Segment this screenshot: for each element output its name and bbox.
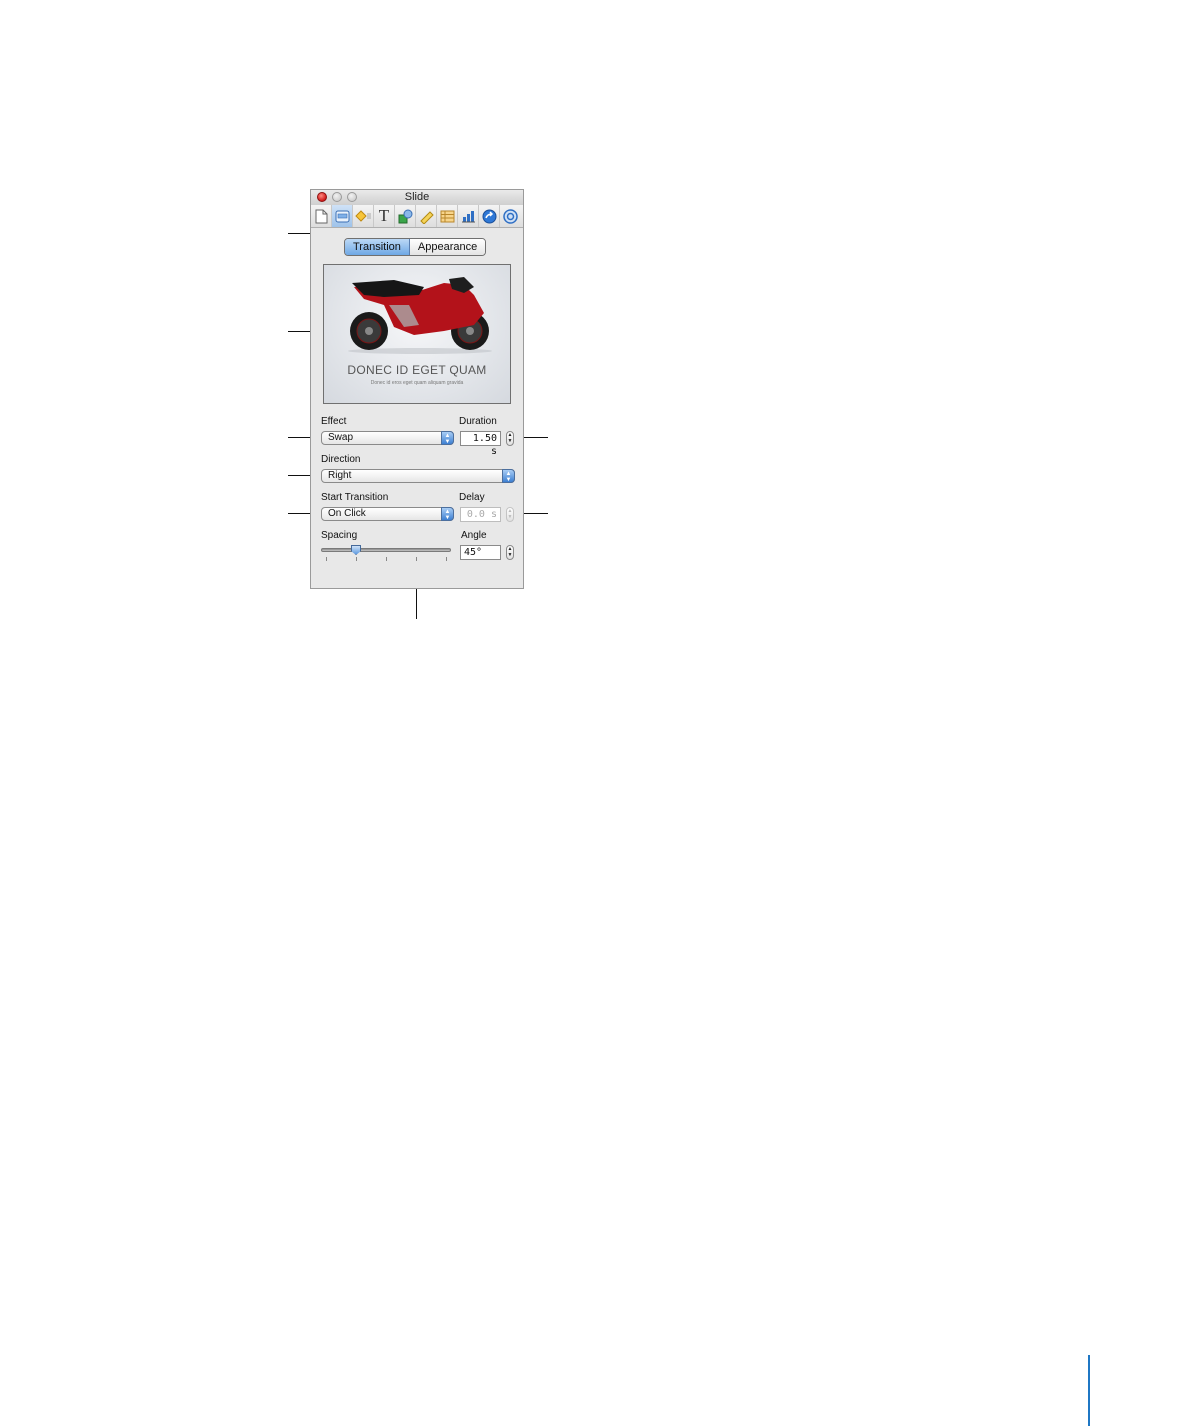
slider-tick <box>416 557 417 561</box>
slider-tick <box>386 557 387 561</box>
spacing-label: Spacing <box>321 530 358 541</box>
start-transition-popup[interactable]: On Click ▲ ▼ <box>321 507 454 521</box>
popup-arrows-icon: ▲ ▼ <box>441 507 454 521</box>
duration-label: Duration <box>459 416 497 427</box>
title-bar[interactable]: Slide <box>311 190 523 206</box>
hyperlink-inspector-button[interactable] <box>479 205 500 227</box>
document-inspector-button[interactable] <box>311 205 332 227</box>
direction-value: Right <box>328 470 352 481</box>
graphic-inspector-button[interactable] <box>395 205 416 227</box>
slider-tick <box>446 557 447 561</box>
delay-field[interactable]: 0.0 s <box>460 507 501 522</box>
chart-icon <box>461 210 475 222</box>
angle-stepper[interactable]: ▲ ▼ <box>506 545 514 560</box>
quicktime-icon <box>503 208 518 224</box>
shape-icon <box>398 209 412 223</box>
spacing-slider-track[interactable] <box>321 548 451 552</box>
window-title: Slide <box>404 191 430 203</box>
inspector-tabs: Transition Appearance <box>344 238 487 256</box>
direction-label: Direction <box>321 454 361 465</box>
slide-icon <box>335 210 349 222</box>
slide-subtitle: Donec id eros eget quam aliquam gravida <box>370 380 464 386</box>
slider-tick <box>326 557 327 561</box>
motorcycle-image <box>348 277 492 354</box>
chart-inspector-button[interactable] <box>458 205 479 227</box>
slide-inspector-window: Slide T Transition Appearance DONEC ID E… <box>310 189 524 589</box>
metrics-inspector-button[interactable] <box>416 205 437 227</box>
slide-title: DONEC ID EGET QUAM <box>347 363 487 377</box>
text-inspector-button[interactable]: T <box>374 205 395 227</box>
popup-arrows-icon: ▲ ▼ <box>502 469 515 483</box>
spacing-slider-thumb[interactable] <box>351 545 361 555</box>
direction-popup[interactable]: Right ▲ ▼ <box>321 469 515 483</box>
slider-tick <box>356 557 357 561</box>
table-icon <box>440 210 454 222</box>
inspector-toolbar: T <box>311 205 523 228</box>
quicktime-inspector-button[interactable] <box>500 205 521 227</box>
build-diamond-icon <box>354 209 371 222</box>
build-inspector-button[interactable] <box>353 205 374 227</box>
ruler-icon <box>419 210 434 224</box>
hyperlink-arrow-icon <box>482 209 496 223</box>
effect-value: Swap <box>328 432 354 443</box>
document-icon <box>315 209 327 223</box>
tab-transition[interactable]: Transition <box>345 239 410 255</box>
effect-popup[interactable]: Swap ▲ ▼ <box>321 431 454 445</box>
table-inspector-button[interactable] <box>437 205 458 227</box>
slide-preview: DONEC ID EGET QUAM Donec id eros eget qu… <box>323 264 511 404</box>
duration-field[interactable]: 1.50 s <box>460 431 501 457</box>
popup-arrows-icon: ▲ ▼ <box>441 431 454 445</box>
start-transition-value: On Click <box>328 508 366 519</box>
slide-inspector-button[interactable] <box>332 205 353 227</box>
page-margin-rule <box>1088 1355 1090 1426</box>
delay-stepper[interactable]: ▲ ▼ <box>506 507 514 522</box>
effect-label: Effect <box>321 416 347 427</box>
angle-field[interactable]: 45° <box>460 545 501 560</box>
duration-stepper[interactable]: ▲ ▼ <box>506 431 514 446</box>
angle-label: Angle <box>461 530 487 541</box>
delay-label: Delay <box>459 492 485 503</box>
tab-appearance[interactable]: Appearance <box>409 239 486 255</box>
start-transition-label: Start Transition <box>321 492 389 503</box>
text-T-icon: T <box>378 206 390 225</box>
